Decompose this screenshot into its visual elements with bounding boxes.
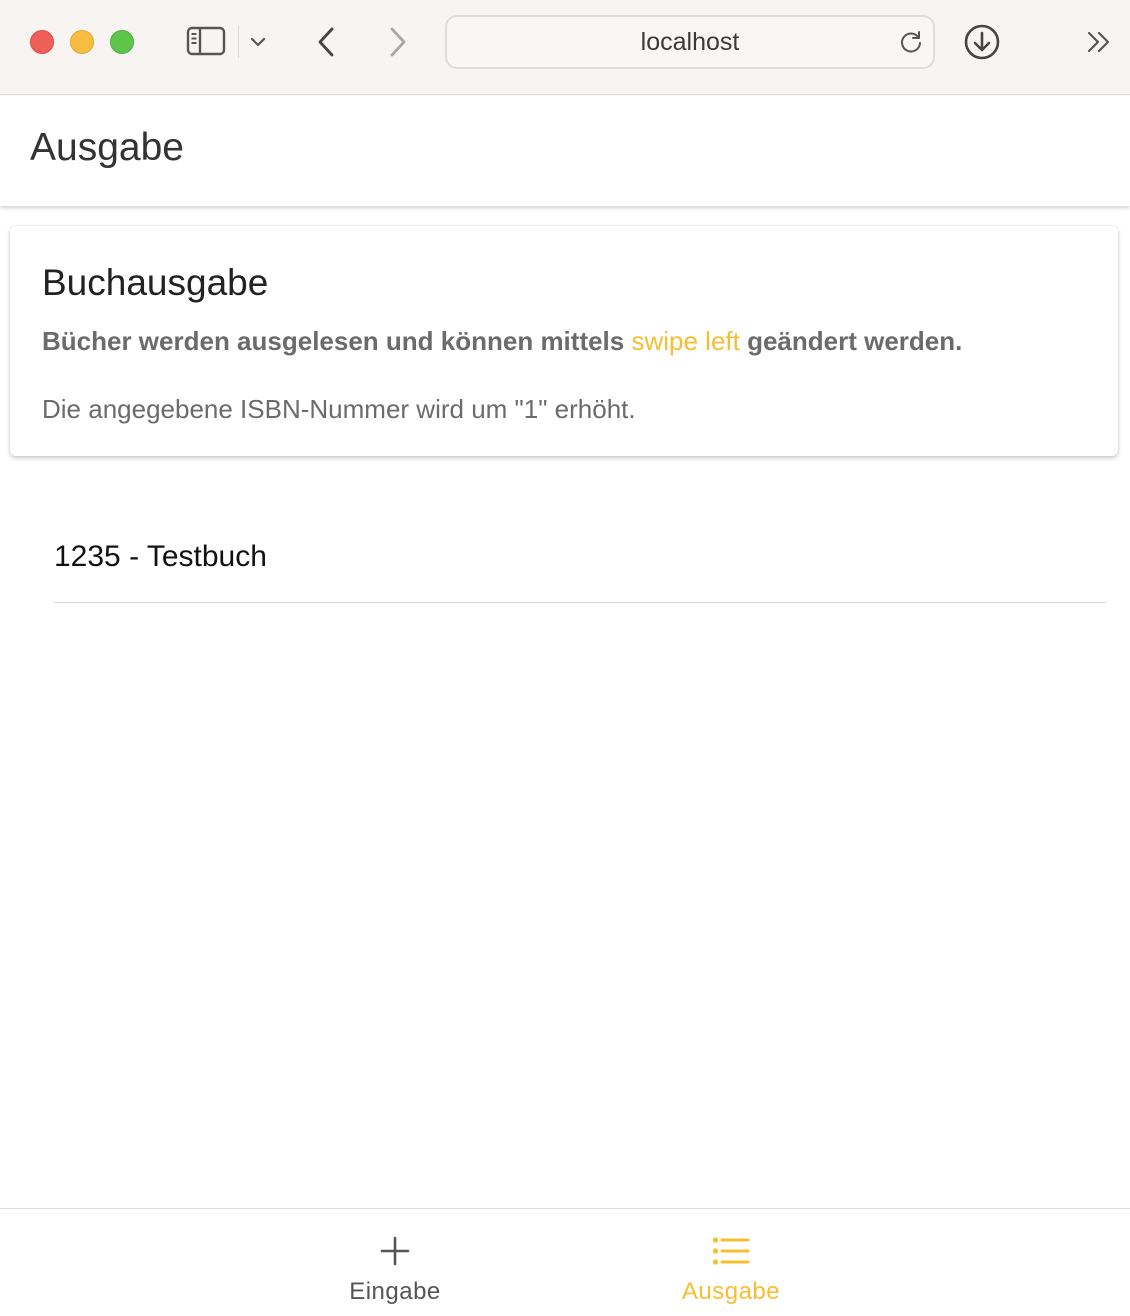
back-button[interactable] xyxy=(310,22,342,62)
card-description: Die angegebene ISBN-Nummer wird um "1" e… xyxy=(42,394,636,424)
plus-icon xyxy=(375,1233,415,1269)
book-list-item[interactable]: 1235 - Testbuch xyxy=(54,520,1106,603)
sidebar-toggle-button[interactable] xyxy=(184,24,228,58)
tab-eingabe-label: Eingabe xyxy=(349,1278,441,1305)
card-subtitle-text-end: geändert werden. xyxy=(739,326,963,356)
sidebar-icon xyxy=(186,26,226,56)
toolbar-divider xyxy=(238,26,239,58)
tab-eingabe[interactable]: Eingabe xyxy=(295,1209,495,1316)
close-window-button[interactable] xyxy=(30,30,54,54)
card-subtitle-text: Bücher werden ausgelesen und können mitt… xyxy=(42,326,632,356)
app-header: Ausgabe xyxy=(0,96,1130,206)
chevron-down-icon xyxy=(250,37,266,47)
swipe-hint-highlight: swipe left xyxy=(631,326,740,356)
page: localhost Ausgabe Buchausgabe Bücher wer… xyxy=(0,0,1130,1316)
info-card: Buchausgabe Bücher werden ausgelesen und… xyxy=(10,226,1118,456)
address-bar[interactable]: localhost xyxy=(445,15,935,69)
download-icon xyxy=(964,24,1000,60)
forward-button[interactable] xyxy=(382,22,414,62)
back-arrow-icon xyxy=(318,27,334,57)
double-chevron-right-icon xyxy=(1087,31,1110,53)
list-icon xyxy=(711,1233,751,1269)
forward-arrow-icon xyxy=(390,27,406,57)
tab-bar: Eingabe Ausgabe xyxy=(0,1208,1130,1316)
address-text: localhost xyxy=(640,27,740,56)
tab-ausgabe[interactable]: Ausgabe xyxy=(631,1209,831,1316)
minimize-window-button[interactable] xyxy=(70,30,94,54)
book-label: 1235 - Testbuch xyxy=(54,540,267,573)
card-title: Buchausgabe xyxy=(42,262,269,303)
reload-icon xyxy=(901,31,921,53)
browser-toolbar: localhost xyxy=(0,0,1130,95)
downloads-button[interactable] xyxy=(962,22,1002,62)
maximize-window-button[interactable] xyxy=(110,30,134,54)
page-title: Ausgabe xyxy=(30,126,184,169)
reload-button[interactable] xyxy=(896,27,926,57)
card-subtitle: Bücher werden ausgelesen und können mitt… xyxy=(42,326,962,357)
tab-group-menu-button[interactable] xyxy=(246,30,270,54)
tab-ausgabe-label: Ausgabe xyxy=(681,1278,781,1305)
more-toolbar-items-button[interactable] xyxy=(1082,27,1116,57)
